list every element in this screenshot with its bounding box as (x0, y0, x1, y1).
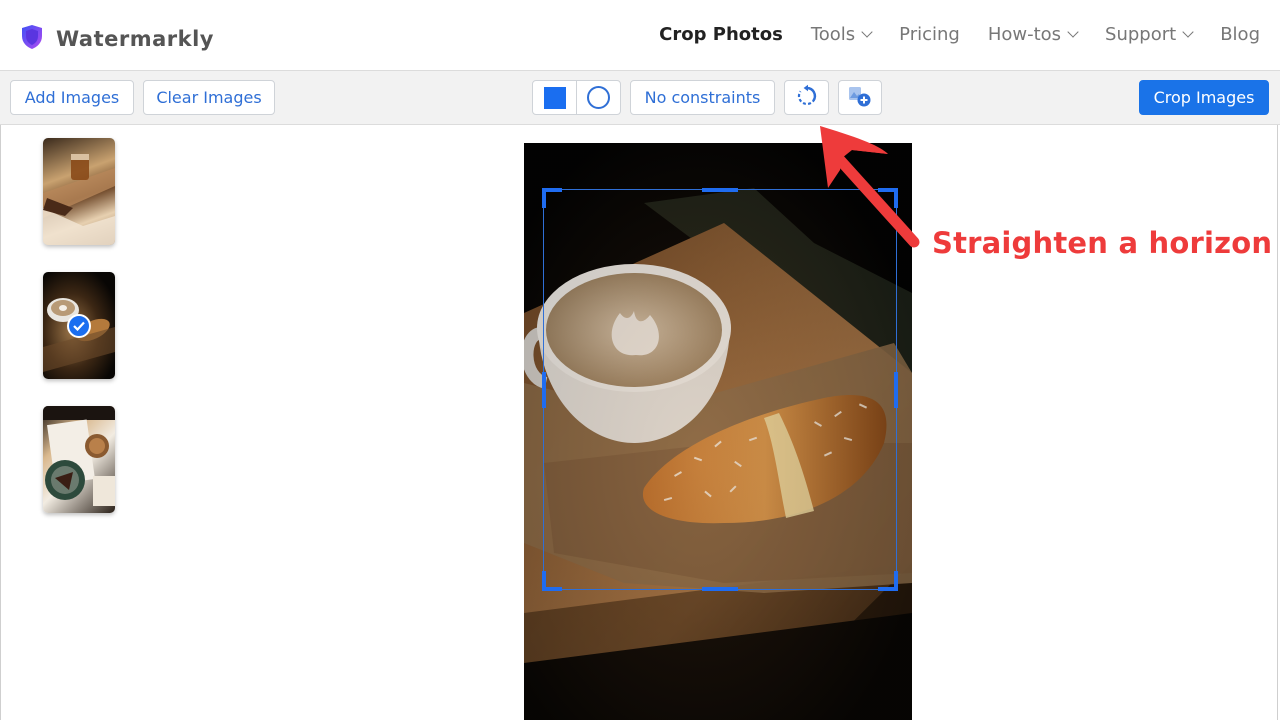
nav-label: Crop Photos (659, 24, 783, 45)
annotation-label: Straighten a horizon (932, 226, 1273, 260)
iced-coffee-cake-photo (43, 406, 115, 506)
crop-handle-top-left[interactable] (542, 188, 546, 208)
rotate-button[interactable] (784, 80, 829, 115)
nav-label: Pricing (899, 24, 960, 45)
crop-handle-bottom[interactable] (702, 587, 738, 591)
checkmark-icon (73, 321, 85, 331)
rectangle-shape-button[interactable] (533, 81, 576, 114)
crop-handle-right[interactable] (894, 372, 898, 408)
crop-handle-bottom-left[interactable] (542, 571, 546, 591)
crop-handle-left[interactable] (542, 372, 546, 408)
rotate-icon (795, 84, 819, 112)
nav-blog[interactable]: Blog (1220, 24, 1260, 45)
circle-shape-icon (587, 86, 610, 109)
brand-logo[interactable]: Watermarkly (20, 24, 214, 54)
crop-shape-selector (532, 80, 621, 115)
crop-images-button[interactable]: Crop Images (1139, 80, 1269, 115)
chevron-down-icon (1182, 26, 1194, 38)
image-thumbnail[interactable] (43, 138, 115, 245)
nav-tools[interactable]: Tools (810, 24, 873, 45)
nav-crop-photos[interactable]: Crop Photos (659, 24, 783, 45)
site-header: Watermarkly Crop Photos Tools Pricing Ho… (0, 0, 1280, 70)
nav-pricing[interactable]: Pricing (899, 24, 960, 45)
clear-images-button[interactable]: Clear Images (143, 80, 275, 115)
nav-label: Blog (1220, 24, 1260, 45)
annotation-arrow-icon (820, 126, 920, 248)
brand-name: Watermarkly (56, 27, 214, 51)
add-image-icon (847, 84, 873, 112)
nav-label: How-tos (987, 24, 1062, 45)
nav-label: Tools (810, 24, 856, 45)
circle-shape-button[interactable] (576, 81, 620, 114)
nav-label: Support (1105, 24, 1177, 45)
image-thumbnail[interactable] (43, 272, 115, 379)
aspect-ratio-dropdown[interactable]: No constraints (630, 80, 775, 115)
main-nav: Crop Photos Tools Pricing How-tos Suppor… (659, 24, 1260, 45)
nav-support[interactable]: Support (1105, 24, 1194, 45)
image-thumbnail[interactable] (43, 406, 115, 513)
crop-handle-top[interactable] (702, 188, 738, 192)
crop-handle-bottom-right[interactable] (894, 571, 898, 591)
selected-check-badge (67, 314, 91, 338)
iced-coffee-photo (43, 154, 115, 245)
chevron-down-icon (861, 26, 873, 38)
add-image-button[interactable] (838, 80, 882, 115)
chevron-down-icon (1067, 26, 1079, 38)
nav-how-tos[interactable]: How-tos (987, 24, 1079, 45)
editor-toolbar: Add Images Clear Images No constraints C… (0, 70, 1280, 125)
shield-logo-icon (20, 24, 44, 54)
square-shape-icon (543, 86, 566, 109)
add-images-button[interactable]: Add Images (10, 80, 134, 115)
